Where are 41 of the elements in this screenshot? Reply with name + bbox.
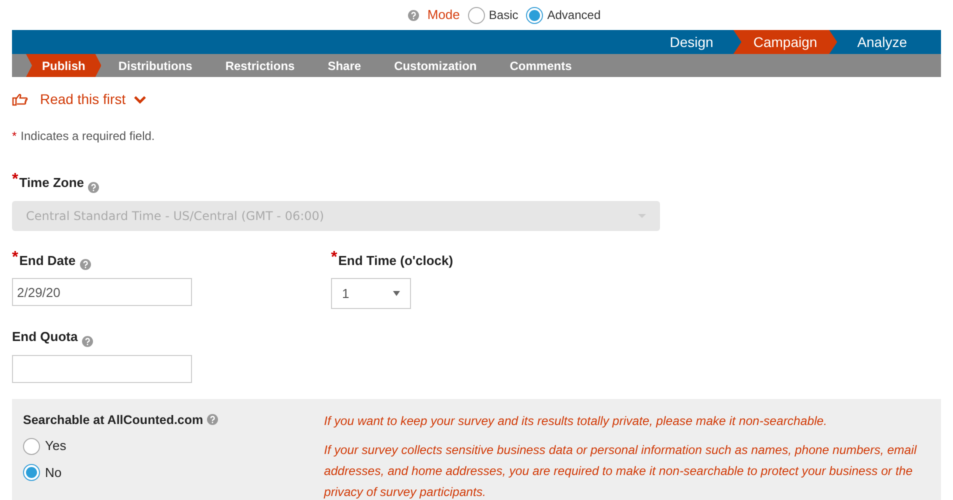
- required-mark: *: [12, 128, 17, 145]
- field-label: End Quota: [12, 328, 78, 346]
- main-tab[interactable]: Campaign: [733, 30, 838, 54]
- field-label: End Date: [19, 252, 76, 270]
- required-note: Indicates a required field.: [20, 128, 155, 145]
- mode-label: Mode: [427, 6, 460, 24]
- main-tab[interactable]: Design: [650, 30, 734, 54]
- radio-label[interactable]: Basic: [488, 6, 518, 24]
- end-quota-field[interactable]: [12, 354, 192, 382]
- sub-tab[interactable]: Distributions: [102, 54, 208, 77]
- radio-button[interactable]: [23, 464, 40, 481]
- sub-tab[interactable]: Publish: [26, 54, 102, 77]
- help-icon[interactable]: [80, 259, 91, 270]
- privacy-note: If you want to keep your survey and its results totally private, please make it non-searchable.: [324, 412, 828, 430]
- main-tab[interactable]: Analyze: [837, 30, 927, 54]
- radio-button[interactable]: [23, 438, 40, 454]
- radio-label[interactable]: Yes: [45, 436, 66, 456]
- radio-label[interactable]: Advanced: [547, 6, 601, 24]
- radio-button[interactable]: [526, 6, 544, 24]
- help-icon[interactable]: [207, 414, 218, 426]
- field-label: End Time (o'clock): [338, 252, 454, 270]
- field-label: Searchable at AllCounted.com: [23, 412, 204, 428]
- help-icon[interactable]: [82, 336, 93, 346]
- radio-label[interactable]: No: [45, 462, 62, 482]
- radio-button[interactable]: [468, 6, 485, 24]
- end-date-field[interactable]: 2/29/20: [12, 278, 192, 306]
- sub-tab[interactable]: Comments: [494, 54, 588, 77]
- privacy-note: If your survey collects sensitive business data or personal information such as names, phone numbers, email addresses, and home addresses, you are required to make it non-searchable to protect your business or the privacy of survey participants.: [324, 442, 918, 500]
- required-mark: *: [12, 173, 18, 187]
- hand-pointing-icon: [12, 93, 28, 106]
- sub-tab[interactable]: Customization: [378, 54, 493, 77]
- sub-tab[interactable]: Share: [312, 54, 378, 77]
- required-mark: *: [12, 250, 18, 264]
- dropdown-arrow-icon: [393, 291, 400, 296]
- end-time-select[interactable]: 1: [331, 278, 411, 309]
- field-label: Time Zone: [19, 174, 84, 192]
- required-mark: *: [331, 250, 338, 264]
- sub-tab[interactable]: Restrictions: [209, 54, 311, 77]
- chevron-icon: [134, 96, 146, 104]
- help-icon[interactable]: [408, 10, 420, 20]
- read-first-toggle[interactable]: Read this first: [12, 89, 146, 110]
